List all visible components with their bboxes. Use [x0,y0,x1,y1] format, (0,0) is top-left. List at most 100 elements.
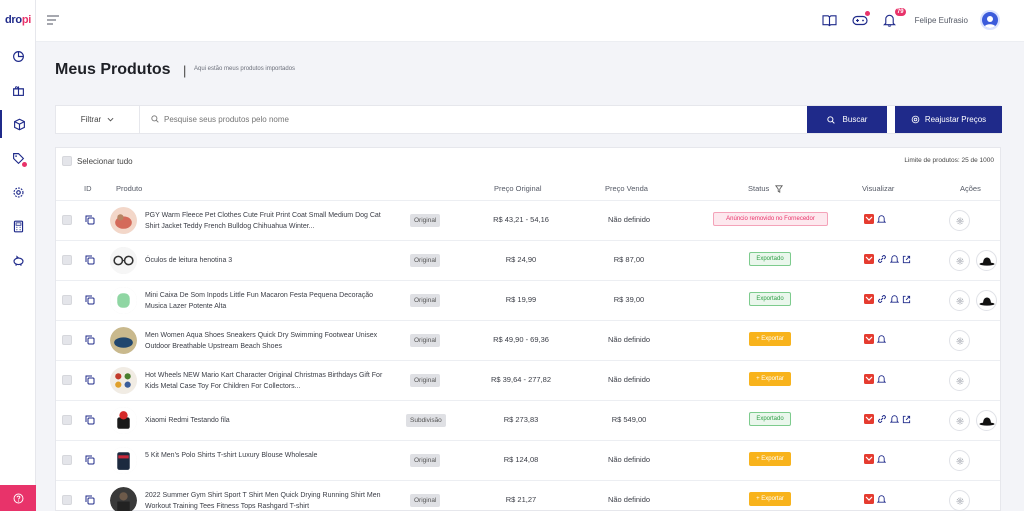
sidebar-item-gifts[interactable] [0,76,36,104]
user-name[interactable]: Felipe Eufrasio [915,16,968,25]
reajustar-precos-button[interactable]: Reajustar Preços [895,106,1002,133]
select-all[interactable]: Selecionar tudo [62,156,133,166]
shop-icon[interactable] [864,294,874,304]
product-name[interactable]: 2022 Summer Gym Shirt Sport T Shirt Men … [145,490,390,511]
shop-icon[interactable] [864,254,874,264]
copy-icon[interactable] [85,375,95,385]
gear-icon [12,186,24,198]
notifications-button[interactable]: 79 [881,8,906,29]
sidebar-item-tags[interactable] [0,144,36,172]
title-separator: | [183,63,187,78]
row-checkbox[interactable] [62,215,72,225]
sidebar-item-dashboard[interactable] [0,42,36,70]
bell-icon[interactable] [890,294,899,304]
sidebar-item-calculator[interactable] [0,212,36,240]
product-name[interactable]: Mini Caixa De Som Inpods Little Fun Maca… [145,290,390,312]
link-icon[interactable] [877,414,887,424]
gear-icon [956,457,963,464]
row-settings-button[interactable] [949,370,970,391]
product-name[interactable]: Xiaomi Redmi Testando fila [145,415,390,426]
buscar-button[interactable]: Buscar [807,106,887,133]
status-badge[interactable]: + Exportar [749,332,791,346]
select-all-checkbox[interactable] [62,156,72,166]
price-original: R$ 19,99 [505,295,537,304]
bell-icon[interactable] [890,254,899,264]
status-badge[interactable]: + Exportar [749,452,791,466]
external-link-icon[interactable] [902,295,911,304]
status-badge: Exportado [749,252,791,266]
price-sale: Não definido [607,455,651,464]
view-icons [864,414,911,424]
row-checkbox[interactable] [62,375,72,385]
help-button[interactable] [0,485,36,511]
gamepad-icon [852,15,868,26]
sidebar-item-settings[interactable] [0,178,36,206]
copy-icon[interactable] [85,495,95,505]
row-checkbox[interactable] [62,335,72,345]
gamepad-button[interactable] [851,11,870,29]
filter-icon[interactable] [775,184,784,193]
shop-icon[interactable] [864,374,874,384]
row-checkbox[interactable] [62,495,72,505]
buscar-label: Buscar [842,115,868,124]
sidebar-item-products[interactable] [0,110,36,138]
bell-icon[interactable] [890,414,899,424]
row-settings-button[interactable] [949,450,970,471]
logo[interactable]: dropi [5,14,31,26]
row-checkbox[interactable] [62,295,72,305]
copy-icon[interactable] [85,415,95,425]
copy-icon[interactable] [85,255,95,265]
row-settings-button[interactable] [949,330,970,351]
avatar[interactable] [980,10,1000,30]
search-input[interactable] [150,112,790,127]
product-name[interactable]: Óculos de leitura henotina 3 [145,255,390,266]
hamburger-menu-icon[interactable] [47,15,59,25]
copy-icon[interactable] [85,215,95,225]
store-avatar[interactable] [976,290,997,311]
row-checkbox[interactable] [62,255,72,265]
book-button[interactable] [821,11,839,29]
bell-icon[interactable] [877,334,886,344]
row-settings-button[interactable] [949,210,970,231]
product-name[interactable]: PGY Warm Fleece Pet Clothes Cute Fruit P… [145,210,390,232]
row-settings-button[interactable] [949,250,970,271]
bell-icon[interactable] [877,494,886,504]
shop-icon[interactable] [864,454,874,464]
row-settings-button[interactable] [949,490,970,511]
external-link-icon[interactable] [902,255,911,264]
price-sale: R$ 549,00 [611,415,647,424]
sidebar-item-savings[interactable] [0,246,36,274]
status-badge[interactable]: + Exportar [749,372,791,386]
header-status-label: Status [748,184,770,193]
bell-icon[interactable] [877,374,886,384]
help-icon [13,493,23,503]
shop-icon[interactable] [864,414,874,424]
product-type-tag: Original [410,294,441,307]
row-settings-button[interactable] [949,410,970,431]
bell-icon[interactable] [877,454,886,464]
row-checkbox[interactable] [62,455,72,465]
product-thumbnail [110,367,137,394]
copy-icon[interactable] [85,455,95,465]
bell-icon[interactable] [877,214,886,224]
copy-icon[interactable] [85,335,95,345]
external-link-icon[interactable] [902,415,911,424]
link-icon[interactable] [877,294,887,304]
gear-icon [911,115,920,124]
product-name[interactable]: 5 Kit Men's Polo Shirts T-shirt Luxury B… [145,450,390,461]
copy-icon[interactable] [85,295,95,305]
shop-icon[interactable] [864,334,874,344]
product-thumbnail [110,447,137,474]
row-checkbox[interactable] [62,415,72,425]
product-name[interactable]: Hot Wheels NEW Mario Kart Character Orig… [145,370,390,392]
filter-dropdown[interactable]: Filtrar [56,106,140,133]
shop-icon[interactable] [864,214,874,224]
store-avatar[interactable] [976,250,997,271]
row-settings-button[interactable] [949,290,970,311]
bell-icon [883,14,897,27]
shop-icon[interactable] [864,494,874,504]
link-icon[interactable] [877,254,887,264]
status-badge[interactable]: + Exportar [749,492,791,506]
store-avatar[interactable] [976,410,997,431]
product-name[interactable]: Men Women Aqua Shoes Sneakers Quick Dry … [145,330,390,352]
